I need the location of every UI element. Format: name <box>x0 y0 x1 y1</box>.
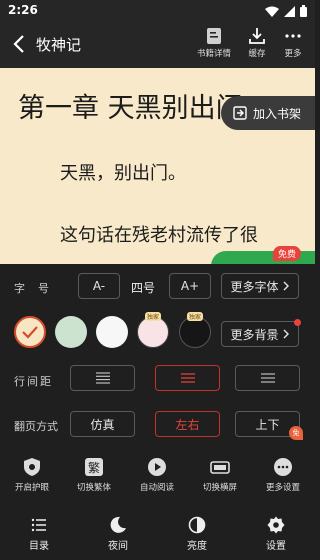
status-bar: 2:26 <box>0 0 315 22</box>
rotate-screen-icon <box>210 461 230 474</box>
traditional-chinese-button[interactable]: 繁 切换繁体 <box>64 457 124 493</box>
add-to-shelf-button[interactable]: 加入书架 <box>221 96 315 130</box>
page-turn-horizontal-button[interactable]: 左右 <box>155 411 220 437</box>
traditional-chinese-label: 切换繁体 <box>76 483 111 493</box>
bg-swatch-dark[interactable]: 独家 <box>179 312 211 348</box>
free-corner-tag: 免 <box>289 426 303 440</box>
nav-settings-label: 设置 <box>266 541 286 552</box>
reading-area[interactable]: 第一章 天黑别出门 天黑，别出门。 这句话在残老村流传了很 加入书架 免费 <box>0 68 315 264</box>
exclusive-badge: 独家 <box>144 312 162 321</box>
eye-protect-button[interactable]: 开启护眼 <box>2 457 62 493</box>
auto-read-button[interactable]: 自动阅读 <box>127 457 187 493</box>
status-time: 2:26 <box>8 3 38 17</box>
page-turn-vertical-button[interactable]: 上下 免 <box>235 411 303 440</box>
play-icon <box>148 458 166 476</box>
checkmark-icon <box>22 326 38 339</box>
eye-protect-label: 开启护眼 <box>14 483 49 493</box>
traditional-chinese-icon: 繁 <box>85 458 103 476</box>
book-detail-icon <box>207 28 221 44</box>
nav-night[interactable]: 夜间 <box>88 516 148 552</box>
status-icons <box>265 5 307 17</box>
page-turn-simulation-button[interactable]: 仿真 <box>70 411 135 437</box>
rotate-screen-label: 切换横屏 <box>202 483 237 493</box>
line-spacing-wide-button[interactable] <box>70 365 135 391</box>
download-icon <box>249 28 265 44</box>
moon-icon <box>110 516 126 533</box>
line-spacing-medium-button[interactable] <box>155 365 220 391</box>
book-detail-button[interactable]: 书籍详情 <box>192 27 236 67</box>
list-icon <box>31 518 46 532</box>
font-increase-button[interactable]: A+ <box>169 273 211 299</box>
reader-toolbar: 牧神记 书籍详情 缓存 更多 <box>0 22 315 68</box>
nav-toc[interactable]: 目录 <box>9 516 69 552</box>
brightness-icon <box>188 516 206 534</box>
bg-swatch-green[interactable] <box>55 316 87 348</box>
free-badge: 免费 <box>272 246 301 261</box>
more-settings-label: 更多设置 <box>265 483 300 493</box>
line-spacing-narrow-icon <box>260 373 275 383</box>
nav-night-label: 夜间 <box>108 541 128 552</box>
font-size-value: 四号 <box>131 281 156 295</box>
page-turn-vertical-label: 上下 <box>255 417 280 432</box>
auto-read-label: 自动阅读 <box>139 483 174 493</box>
more-backgrounds-label: 更多背景 <box>230 327 279 342</box>
settings-panel: 字 号 A- 四号 A+ 更多字体 独家 独家 更多背景 行间距 翻页方式 仿真… <box>0 264 315 560</box>
font-size-label: 字 号 <box>14 282 50 295</box>
chevron-right-icon <box>283 281 289 291</box>
quick-actions-row: 开启护眼 繁 切换繁体 自动阅读 切换横屏 更多设置 <box>0 457 315 503</box>
line-spacing-medium-icon <box>180 373 195 383</box>
add-to-shelf-label: 加入书架 <box>253 106 302 121</box>
chapter-title: 第一章 天黑别出门 <box>18 93 243 124</box>
notification-dot <box>294 319 301 326</box>
chevron-right-icon <box>283 329 289 339</box>
line-spacing-label: 行间距 <box>14 375 53 388</box>
more-backgrounds-button[interactable]: 更多背景 <box>221 319 301 347</box>
svg-text:繁: 繁 <box>88 460 100 475</box>
book-detail-label: 书籍详情 <box>196 49 231 59</box>
nav-brightness[interactable]: 亮度 <box>167 516 227 552</box>
rotate-screen-button[interactable]: 切换横屏 <box>190 457 250 493</box>
bottom-nav: 目录 夜间 亮度 设置 <box>0 514 315 560</box>
more-label: 更多 <box>284 49 302 59</box>
nav-brightness-label: 亮度 <box>187 541 207 552</box>
paragraph: 这句话在残老村流传了很 <box>60 225 258 246</box>
gear-icon <box>267 516 285 534</box>
more-fonts-label: 更多字体 <box>230 279 279 294</box>
more-fonts-button[interactable]: 更多字体 <box>221 273 299 299</box>
battery-icon <box>300 5 307 17</box>
font-decrease-button[interactable]: A- <box>78 273 120 299</box>
more-settings-icon <box>274 458 292 476</box>
eye-protect-icon <box>24 458 40 476</box>
back-arrow-icon[interactable] <box>10 33 30 55</box>
add-shelf-icon <box>233 106 247 120</box>
more-button[interactable]: 更多 <box>271 27 315 67</box>
signal-icon <box>284 5 295 17</box>
line-spacing-narrow-button[interactable] <box>235 365 300 391</box>
nav-settings[interactable]: 设置 <box>246 516 306 552</box>
page-turn-label: 翻页方式 <box>14 420 58 433</box>
exclusive-badge: 独家 <box>186 312 204 321</box>
paragraph: 天黑，别出门。 <box>60 163 186 184</box>
wifi-icon <box>265 6 279 17</box>
bg-swatch-white[interactable] <box>96 316 128 348</box>
bg-swatch-pink[interactable]: 独家 <box>137 312 169 348</box>
more-dots-icon <box>285 34 301 38</box>
more-settings-button[interactable]: 更多设置 <box>253 457 313 493</box>
line-spacing-wide-icon <box>95 372 110 384</box>
bg-swatch-cream[interactable] <box>14 316 46 348</box>
nav-toc-label: 目录 <box>29 541 49 552</box>
book-title: 牧神记 <box>36 36 82 54</box>
